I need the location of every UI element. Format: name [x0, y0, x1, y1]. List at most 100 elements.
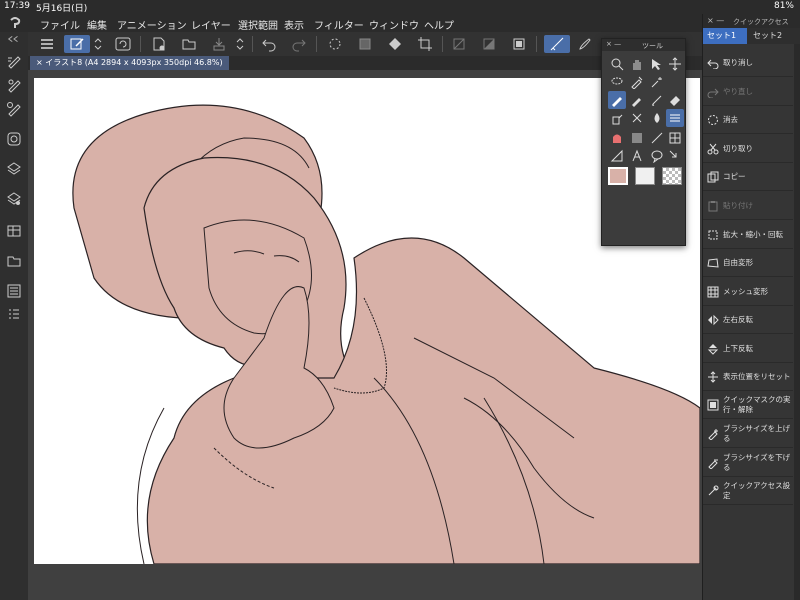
pen-icon[interactable]: [608, 91, 626, 109]
text-icon[interactable]: [628, 147, 646, 165]
copy-icon: [703, 171, 723, 183]
airbrush-icon[interactable]: [608, 109, 626, 127]
main-color-swatch[interactable]: [608, 167, 628, 185]
clear-icon[interactable]: [326, 35, 344, 53]
frame-border-icon[interactable]: [666, 129, 684, 147]
document-tab[interactable]: × イラスト8 (A4 2894 x 4093px 350dpi 46.8%): [30, 56, 229, 70]
fill-icon[interactable]: [386, 35, 404, 53]
operation-icon[interactable]: [648, 55, 666, 73]
history-icon[interactable]: [5, 306, 23, 324]
open-folder-icon[interactable]: [180, 35, 198, 53]
layer-palette-icon[interactable]: [5, 160, 23, 178]
figure-icon[interactable]: [648, 129, 666, 147]
quick-access-item-brush-size-down[interactable]: ブラシサイズを下げる: [703, 449, 793, 477]
menu-help[interactable]: ヘルプ: [424, 17, 454, 32]
eraser-icon[interactable]: [666, 91, 684, 109]
chevron-updown-icon[interactable]: [92, 35, 104, 53]
tool-palette[interactable]: × — ツール: [601, 38, 686, 246]
close-icon[interactable]: × —: [707, 16, 724, 25]
timeline-icon[interactable]: [5, 282, 23, 300]
quick-access-item-copy[interactable]: コピー: [703, 163, 793, 191]
transparent-color-swatch[interactable]: [662, 167, 682, 185]
decoration-icon[interactable]: [628, 109, 646, 127]
expand-selection-icon[interactable]: [510, 35, 528, 53]
menu-filter[interactable]: フィルター: [314, 17, 364, 32]
material-folder-icon[interactable]: [5, 252, 23, 270]
color-wheel-icon[interactable]: [5, 130, 23, 148]
main-color-fill: [610, 169, 626, 183]
quick-access-item-label: 取り消し: [723, 57, 753, 67]
menu-edit[interactable]: 編集: [87, 17, 107, 32]
app-logo-icon[interactable]: [8, 16, 22, 33]
quick-access-item-reset-position[interactable]: 表示位置をリセット: [703, 363, 793, 391]
quick-access-item-label: 消去: [723, 114, 738, 124]
gradient-icon[interactable]: [628, 129, 646, 147]
redo-icon[interactable]: [290, 35, 308, 53]
ruler-snap-button[interactable]: [544, 35, 570, 53]
close-icon[interactable]: ×: [36, 58, 43, 67]
tool-palette-header[interactable]: × — ツール: [602, 39, 685, 51]
undo-icon[interactable]: [260, 35, 278, 53]
quick-access-item-paste[interactable]: 貼り付け: [703, 192, 793, 220]
fill-tool-icon[interactable]: [666, 109, 684, 127]
free-transform-icon: [703, 257, 723, 269]
tab-set1[interactable]: セット1: [703, 28, 747, 44]
collapse-dock-icon[interactable]: [2, 34, 26, 44]
menu-animation[interactable]: アニメーション: [117, 17, 187, 32]
save-icon[interactable]: [210, 35, 228, 53]
quick-access-item-mesh-transform[interactable]: メッシュ変形: [703, 278, 793, 306]
quick-access-item-quick-mask[interactable]: クイックマスクの実行・解除: [703, 391, 793, 419]
tab-set2[interactable]: セット2: [749, 28, 793, 44]
edit-mode-button[interactable]: [64, 35, 90, 53]
chevron-updown-icon-2[interactable]: [234, 35, 246, 53]
quick-access-item-flip-horizontal[interactable]: 左右反転: [703, 306, 793, 334]
layer-property-icon[interactable]: [5, 190, 23, 208]
clear-outside-icon[interactable]: [356, 35, 374, 53]
quick-access-item-brush-size-up[interactable]: ブラシサイズを上げる: [703, 420, 793, 448]
invert-selection-icon[interactable]: [480, 35, 498, 53]
brush-icon[interactable]: [576, 35, 594, 53]
quick-access-item-label: ブラシサイズを上げる: [723, 423, 791, 443]
menu-layer[interactable]: レイヤー: [191, 17, 231, 32]
hand-icon[interactable]: [628, 55, 646, 73]
brush-tool-icon[interactable]: [648, 91, 666, 109]
quick-access-header[interactable]: × — クイックアクセス: [703, 14, 800, 28]
move-layer-icon[interactable]: [666, 55, 684, 73]
quick-access-item-redo[interactable]: やり直し: [703, 78, 793, 106]
crop-icon[interactable]: [416, 35, 434, 53]
tool-property-icon[interactable]: [5, 76, 23, 94]
menu-file[interactable]: ファイル: [40, 17, 80, 32]
quick-access-item-settings[interactable]: クイックアクセス設定: [703, 477, 793, 505]
scrollbar[interactable]: [794, 44, 800, 600]
menu-window[interactable]: ウィンドウ: [369, 17, 419, 32]
sub-tool-detail-icon[interactable]: [5, 100, 23, 118]
ruler-icon[interactable]: [608, 147, 626, 165]
quick-access-item-scissors[interactable]: 切り取り: [703, 135, 793, 163]
quick-access-item-undo[interactable]: 取り消し: [703, 49, 793, 77]
eyedropper-icon[interactable]: [628, 73, 646, 91]
document-tab-label: イラスト8 (A4 2894 x 4093px 350dpi 46.8%): [45, 58, 223, 67]
quick-access-item-flip-vertical[interactable]: 上下反転: [703, 335, 793, 363]
lasso-selection-icon[interactable]: [608, 73, 626, 91]
deselect-icon[interactable]: [450, 35, 468, 53]
hamburger-menu-icon[interactable]: [38, 35, 56, 53]
auto-select-icon[interactable]: [648, 73, 666, 91]
quick-access-item-clear[interactable]: 消去: [703, 106, 793, 134]
brush-size-palette-icon[interactable]: [5, 52, 23, 70]
blend-icon[interactable]: [648, 109, 666, 127]
new-file-icon[interactable]: [150, 35, 168, 53]
pencil-icon[interactable]: [628, 91, 646, 109]
close-icon[interactable]: × —: [606, 40, 621, 48]
balloon-icon[interactable]: [648, 147, 666, 165]
correct-line-icon[interactable]: [666, 147, 684, 165]
paint-bucket-icon[interactable]: [608, 129, 626, 147]
menu-selection[interactable]: 選択範囲: [238, 17, 278, 32]
navigator-icon[interactable]: [5, 222, 23, 240]
menu-view[interactable]: 表示: [284, 17, 304, 32]
quick-access-item-free-transform[interactable]: 自由変形: [703, 249, 793, 277]
flip-vertical-icon: [703, 343, 723, 355]
zoom-icon[interactable]: [608, 55, 626, 73]
spiral-icon[interactable]: [114, 35, 132, 53]
quick-access-item-scale-rotate[interactable]: 拡大・縮小・回転: [703, 221, 793, 249]
sub-color-swatch[interactable]: [635, 167, 655, 185]
